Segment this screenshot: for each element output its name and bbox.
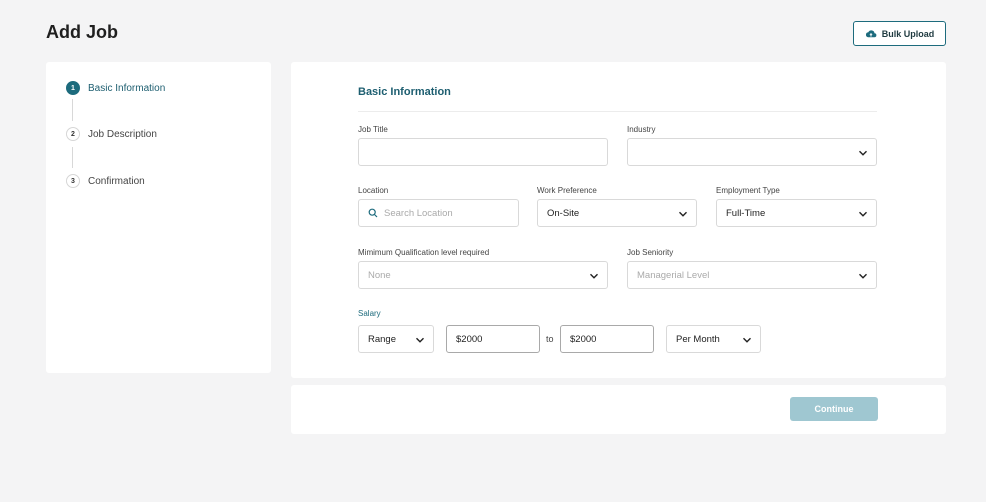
salary-max-value: $2000 [570,333,597,345]
work-preference-value: On-Site [547,207,580,219]
salary-min-input[interactable]: $2000 [446,325,540,353]
job-seniority-select[interactable]: Managerial Level [627,261,877,289]
basic-information-form: Basic Information Job Title Industry Loc… [291,62,946,378]
continue-button[interactable]: Continue [790,397,878,421]
chevron-down-icon [859,150,867,156]
job-seniority-placeholder: Managerial Level [637,269,710,281]
min-qualification-label: Mimimum Qualification level required [358,248,490,257]
employment-type-select[interactable]: Full-Time [716,199,877,227]
industry-select[interactable] [627,138,877,166]
step-label: Confirmation [88,175,145,187]
job-title-input[interactable] [358,138,608,166]
form-actions-bar: Continue [291,385,946,434]
step-number: 1 [66,81,80,95]
salary-label: Salary [358,309,381,318]
location-search-input[interactable]: Search Location [358,199,519,227]
step-label: Basic Information [88,82,166,94]
page-title: Add Job [46,22,118,42]
salary-max-input[interactable]: $2000 [560,325,654,353]
chevron-down-icon [859,211,867,217]
step-number: 3 [66,174,80,188]
salary-period-value: Per Month [676,333,720,345]
work-preference-select[interactable]: On-Site [537,199,697,227]
cloud-upload-icon [865,29,877,37]
stepper-panel: 1 Basic Information 2 Job Description 3 … [46,62,271,373]
location-placeholder: Search Location [384,207,453,219]
step-connector [72,147,73,168]
step-basic-information[interactable]: 1 Basic Information [66,81,165,95]
employment-type-value: Full-Time [726,207,766,219]
work-preference-label: Work Preference [537,186,597,195]
step-number: 2 [66,127,80,141]
employment-type-label: Employment Type [716,186,780,195]
salary-type-value: Range [368,333,396,345]
step-confirmation[interactable]: 3 Confirmation [66,174,145,188]
chevron-down-icon [859,273,867,279]
bulk-upload-label: Bulk Upload [881,28,935,39]
step-job-description[interactable]: 2 Job Description [66,127,157,141]
salary-type-select[interactable]: Range [358,325,434,353]
chevron-down-icon [743,337,751,343]
chevron-down-icon [416,337,424,343]
salary-separator: to [546,334,554,344]
salary-min-value: $2000 [456,333,483,345]
step-connector [72,99,73,121]
job-seniority-label: Job Seniority [627,248,674,257]
bulk-upload-button[interactable]: Bulk Upload [853,21,946,46]
chevron-down-icon [590,273,598,279]
min-qualification-select[interactable]: None [358,261,608,289]
chevron-down-icon [679,211,687,217]
section-divider [358,111,877,112]
step-label: Job Description [88,128,157,140]
salary-period-select[interactable]: Per Month [666,325,761,353]
section-title: Basic Information [358,86,451,98]
location-label: Location [358,186,389,195]
job-title-label: Job Title [358,125,388,134]
min-qualification-placeholder: None [368,269,391,281]
industry-label: Industry [627,125,656,134]
search-icon [368,208,378,218]
